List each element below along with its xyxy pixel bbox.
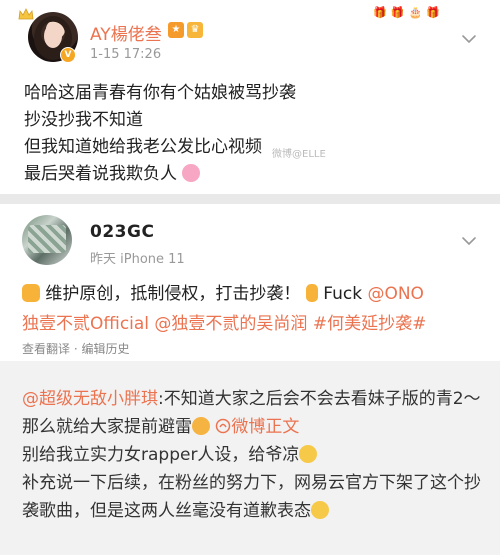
repost-text: 补充说一下后续，在粉丝的努力下，网易云官方下架了这个抄袭歌曲，但是这两人丝毫没有…: [22, 473, 481, 521]
avatar-face: [44, 24, 62, 48]
post-time: 1-15 17:26: [90, 47, 162, 62]
vip-badges: ★ ♛: [168, 22, 203, 38]
smile-emoji-icon: [299, 445, 318, 463]
post-actions[interactable]: 查看翻译 · 编辑历史: [22, 340, 129, 357]
weibo-link[interactable]: 微博正文: [231, 417, 299, 437]
repost-body: @超级无敌小胖琪:不知道大家之后会不会去看妹子版的青2～那么就给大家提前避雷 微…: [22, 385, 484, 525]
hashtag-line[interactable]: 独壹不贰Official @独壹不贰的吴尚润 #何美延抄袭#: [22, 309, 426, 334]
avatar-image: [28, 225, 66, 253]
crown-icon: [18, 8, 34, 20]
separator: [0, 194, 500, 204]
fist-emoji-icon: [22, 284, 40, 302]
emoji-icon: [192, 417, 210, 435]
chevron-down-icon[interactable]: [460, 30, 478, 48]
smile-emoji-icon: [311, 501, 329, 519]
username[interactable]: 023GC: [90, 222, 154, 242]
post-body: 哈哈这届青春有你有个姑娘被骂抄袭 抄没抄我不知道 但我知道她给我老公发比心视频 …: [24, 80, 296, 188]
vip-icon: ★: [168, 22, 184, 38]
member-icon: ♛: [187, 22, 203, 38]
repost-text: 别给我立实力女rapper人设，给爷凉: [22, 445, 300, 465]
post-line: 最后哭着说我欺负人: [24, 161, 296, 188]
avatar[interactable]: [22, 215, 72, 265]
link-icon: [216, 418, 231, 434]
pig-emoji-icon: [182, 164, 201, 182]
post-meta: 昨天 iPhone 11: [90, 252, 185, 267]
post-line: 但我知道她给我老公发比心视频: [24, 137, 262, 157]
hand-emoji-icon: [305, 284, 318, 302]
header-decoration: 🎁 🎁 🎂 🎁: [373, 6, 440, 19]
post-line: 维护原创，抵制侵权，打击抄袭！ Fuck @ONO: [22, 279, 424, 304]
post-line: 抄没抄我不知道: [24, 110, 143, 130]
post-card-1: 🎁 🎁 🎂 🎁 V AY楊佬叁 ★ ♛ 1-15 17:26 哈哈这届青春有你有个姑娘…: [0, 0, 500, 194]
mention-link[interactable]: @ONO: [367, 284, 423, 304]
watermark: 微博@ELLE: [272, 149, 326, 160]
verified-badge-icon: V: [60, 47, 76, 63]
post-text: 维护原创，抵制侵权，打击抄袭！: [45, 284, 301, 304]
post-text: Fuck: [323, 284, 368, 304]
username[interactable]: AY楊佬叁: [90, 20, 162, 45]
post-line: 哈哈这届青春有你有个姑娘被骂抄袭: [24, 83, 296, 103]
mention-link[interactable]: @超级无敌小胖琪: [22, 389, 158, 409]
chevron-down-icon[interactable]: [460, 232, 478, 250]
